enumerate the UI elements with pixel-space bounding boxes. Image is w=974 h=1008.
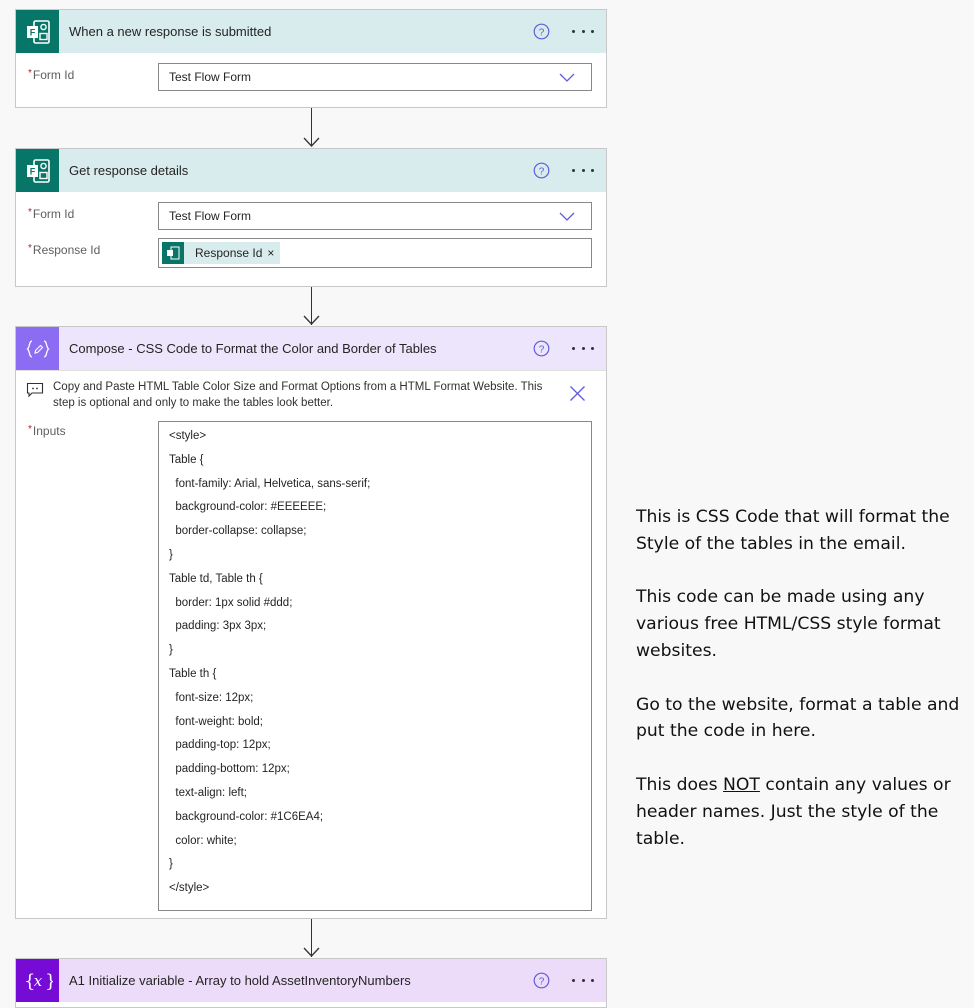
code-line: font-family: Arial, Helvetica, sans-seri… xyxy=(169,477,371,490)
field-form-id: *Form Id Test Flow Form xyxy=(28,202,592,230)
speech-bubble-icon xyxy=(26,382,44,398)
field-response-id: *Response Id Response Id × xyxy=(28,238,592,268)
field-label: *Form Id xyxy=(28,68,75,82)
svg-text:?: ? xyxy=(539,166,545,177)
inputs-code-editor[interactable]: <style> Table { font-family: Arial, Helve… xyxy=(158,421,592,911)
annotation-paragraph: This code can be made using any various … xyxy=(636,587,941,661)
code-line: color: white; xyxy=(169,834,237,847)
code-line: <style> xyxy=(169,430,207,442)
microsoft-forms-icon: F xyxy=(16,149,59,192)
field-inputs: *Inputs <style> Table { font-family: Aria… xyxy=(28,421,592,911)
question-circle-icon[interactable]: ? xyxy=(533,162,550,179)
code-line: background-color: #1C6EA4; xyxy=(169,810,324,823)
close-x-icon[interactable] xyxy=(569,385,586,402)
step-header[interactable]: F When a new response is submitted ? xyxy=(16,10,606,53)
step-title: When a new response is submitted xyxy=(69,24,272,39)
chevron-down-icon[interactable] xyxy=(559,71,575,83)
comment-text: Copy and Paste HTML Table Color Size and… xyxy=(53,381,543,409)
code-line: border-collapse: collapse; xyxy=(169,525,307,538)
code-line: padding-top: 12px; xyxy=(169,739,271,752)
step-title: Compose - CSS Code to Format the Color a… xyxy=(69,341,437,356)
token-label: Response Id xyxy=(195,246,263,260)
svg-text:?: ? xyxy=(539,27,545,38)
step-body: *Form Id Test Flow Form xyxy=(16,53,606,113)
ellipsis-icon[interactable] xyxy=(572,341,594,355)
annotation-paragraph: Go to the website, format a table and pu… xyxy=(636,694,960,742)
step-header[interactable]: Compose - CSS Code to Format the Color a… xyxy=(16,327,606,370)
annotation-note: This is CSS Code that will format the St… xyxy=(636,504,966,879)
question-circle-icon[interactable]: ? xyxy=(533,340,550,357)
annotation-paragraph: This does NOT contain any values or head… xyxy=(636,774,951,849)
ellipsis-icon[interactable] xyxy=(572,973,594,987)
code-line: font-weight: bold; xyxy=(169,715,263,728)
step-body: *Form Id Test Flow Form *Response Id Res… xyxy=(16,192,606,290)
code-line: Table td, Table th { xyxy=(169,572,263,585)
microsoft-forms-icon: F xyxy=(16,10,59,53)
step-card-initialize-variable: {x} A1 Initialize variable - Array to ho… xyxy=(15,958,607,1008)
code-line: padding: 3px 3px; xyxy=(169,620,267,633)
code-line: Table { xyxy=(169,453,204,466)
code-line: background-color: #EEEEEE; xyxy=(169,501,327,514)
compose-braces-pencil-icon xyxy=(16,327,59,370)
code-line: padding-bottom: 12px; xyxy=(169,763,290,776)
step-card-trigger: F When a new response is submitted ? *Fo… xyxy=(15,9,607,108)
remove-token-button[interactable]: × xyxy=(267,246,280,260)
step-comment: Copy and Paste HTML Table Color Size and… xyxy=(16,370,606,419)
code-line: font-size: 12px; xyxy=(169,691,254,704)
form-id-dropdown[interactable]: Test Flow Form xyxy=(158,63,592,91)
chevron-down-icon[interactable] xyxy=(559,210,575,222)
step-title: Get response details xyxy=(69,163,189,178)
field-form-id: *Form Id Test Flow Form xyxy=(28,63,592,91)
question-circle-icon[interactable]: ? xyxy=(533,972,550,989)
code-line: text-align: left; xyxy=(169,786,247,799)
code-line: </style> xyxy=(169,882,210,895)
code-line: } xyxy=(169,548,173,561)
field-label: *Inputs xyxy=(28,424,66,438)
svg-text:?: ? xyxy=(539,976,545,987)
step-header[interactable]: {x} A1 Initialize variable - Array to ho… xyxy=(16,959,606,1002)
code-line: border: 1px solid #ddd; xyxy=(169,596,293,609)
code-line: } xyxy=(169,644,173,657)
arrow-down-icon xyxy=(303,947,320,957)
annotation-paragraph: This is CSS Code that will format the St… xyxy=(636,507,950,554)
step-header[interactable]: F Get response details ? xyxy=(16,149,606,192)
response-id-input[interactable]: Response Id × xyxy=(158,238,592,268)
field-label: *Response Id xyxy=(28,243,101,257)
code-line: Table th { xyxy=(169,667,217,680)
svg-text:?: ? xyxy=(539,344,545,355)
step-title: A1 Initialize variable - Array to hold A… xyxy=(69,973,411,988)
ellipsis-icon[interactable] xyxy=(572,24,594,38)
step-body: *Inputs <style> Table { font-family: Aria… xyxy=(16,419,606,933)
ellipsis-icon[interactable] xyxy=(572,163,594,177)
variable-x-icon: {x} xyxy=(16,959,59,1002)
step-card-compose: Compose - CSS Code to Format the Color a… xyxy=(15,326,607,919)
arrow-down-icon xyxy=(303,137,320,147)
emphasis-not: NOT xyxy=(723,774,760,795)
microsoft-forms-icon xyxy=(162,242,184,264)
code-line: } xyxy=(169,858,173,871)
svg-text:F: F xyxy=(29,166,35,176)
step-card-get-response: F Get response details ? *Form Id Test F… xyxy=(15,148,607,287)
field-label: *Form Id xyxy=(28,207,75,221)
dropdown-value: Test Flow Form xyxy=(169,70,252,84)
form-id-dropdown[interactable]: Test Flow Form xyxy=(158,202,592,230)
dropdown-value: Test Flow Form xyxy=(169,209,252,223)
dynamic-content-token[interactable]: Response Id × xyxy=(162,242,281,264)
svg-text:}: } xyxy=(45,971,53,992)
question-circle-icon[interactable]: ? xyxy=(533,23,550,40)
svg-text:F: F xyxy=(29,27,35,37)
svg-text:x: x xyxy=(33,972,42,990)
arrow-down-icon xyxy=(303,315,320,325)
